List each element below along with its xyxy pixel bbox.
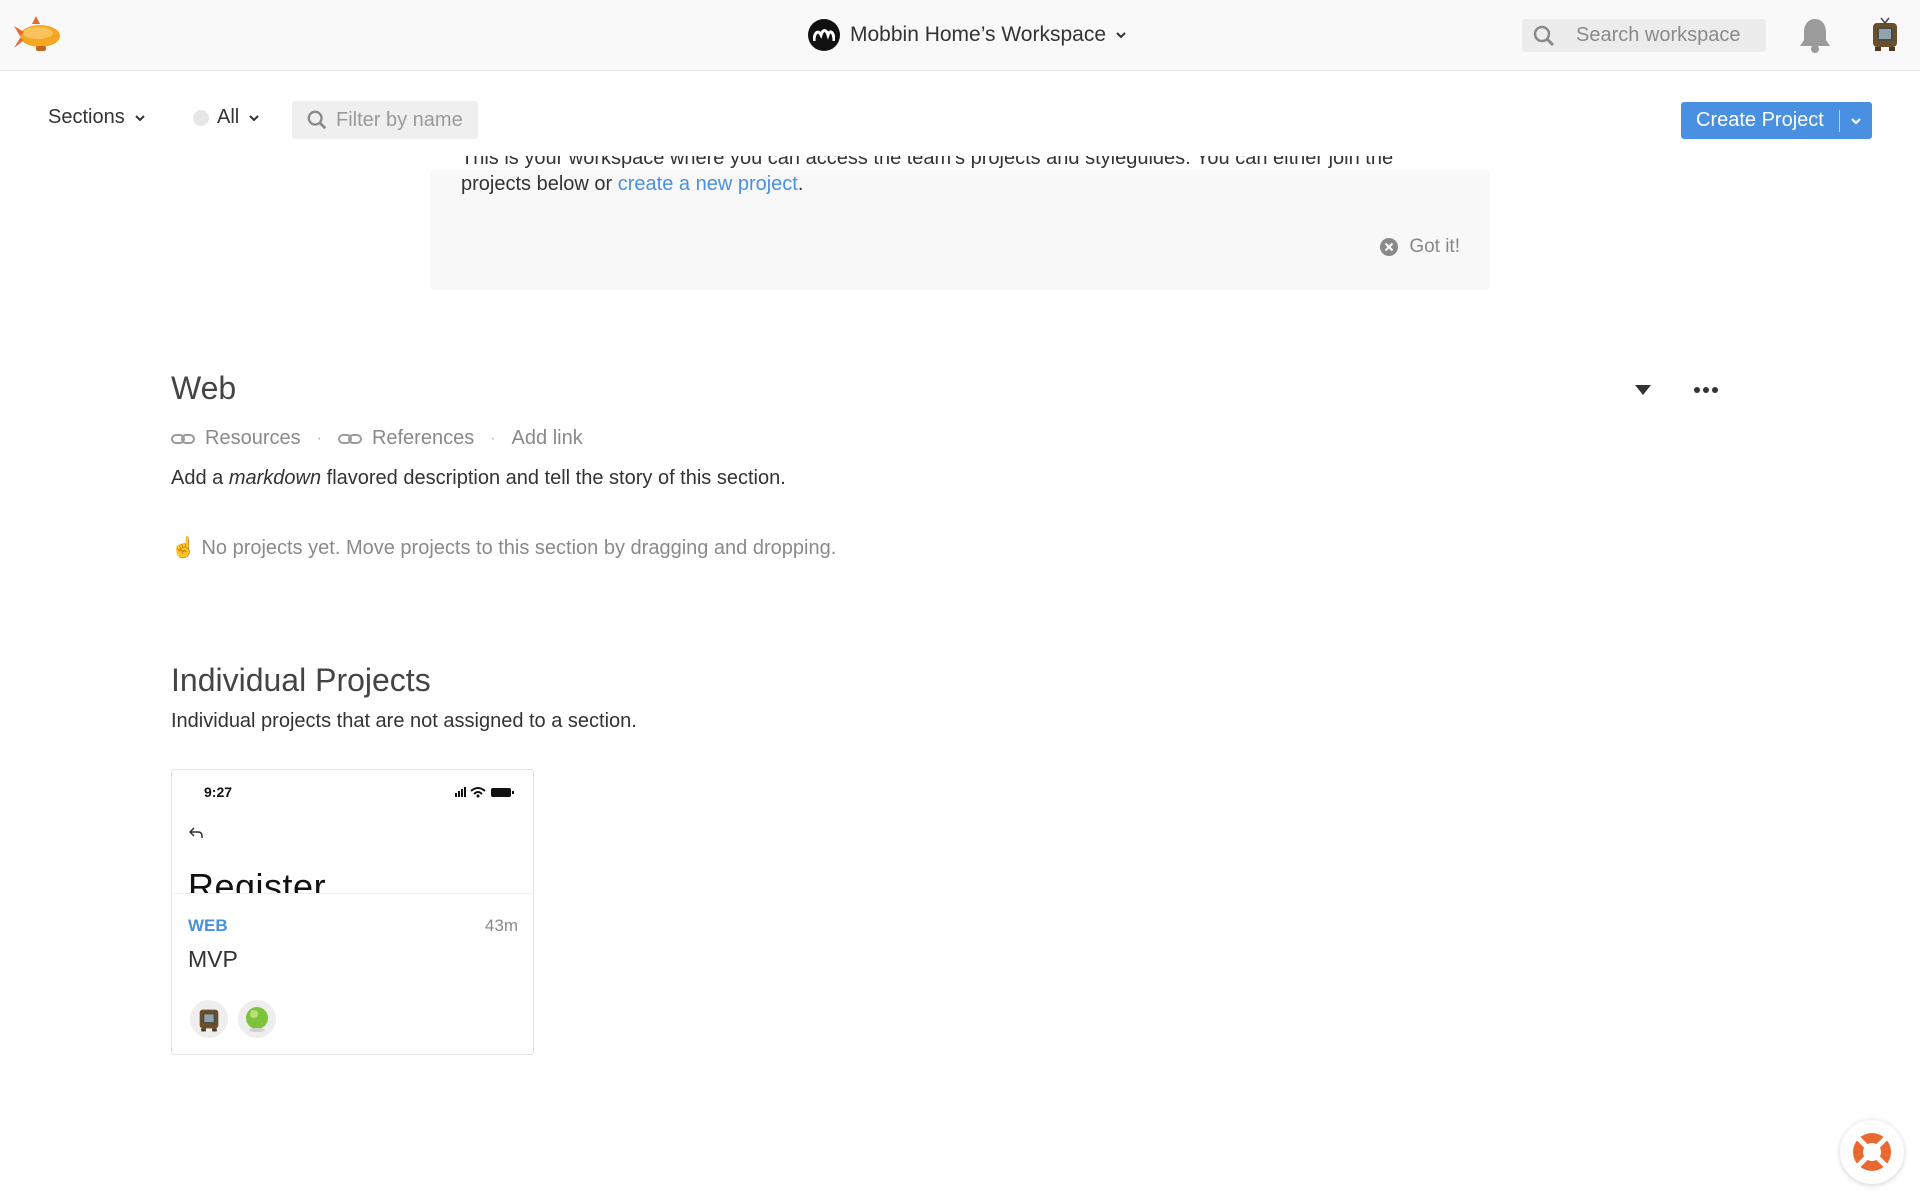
add-link-button[interactable]: Add link	[512, 427, 583, 450]
banner-line-clipped: This is your workspace where you can acc…	[461, 156, 1421, 170]
member-avatar[interactable]	[190, 1000, 228, 1038]
search-workspace[interactable]	[1522, 19, 1766, 52]
card-meta: WEB 43m	[188, 916, 518, 936]
thumb-time: 9:27	[204, 784, 233, 800]
zeppelin-logo-icon[interactable]	[14, 14, 66, 56]
chevron-down-icon	[135, 114, 145, 121]
search-input[interactable]	[1576, 24, 1756, 47]
create-new-project-link[interactable]: create a new project	[618, 173, 798, 195]
create-project-label: Create Project	[1696, 109, 1824, 131]
references-label: References	[371, 427, 475, 449]
status-filter-label: All	[217, 106, 240, 128]
banner-line2-suffix: .	[797, 173, 804, 195]
section-links: Resources · References · Add link	[171, 427, 583, 450]
caret-down-icon[interactable]	[1634, 383, 1652, 397]
member-avatar[interactable]	[238, 1000, 276, 1038]
separator-dot: ·	[490, 429, 496, 447]
project-updated: 43m	[484, 916, 518, 935]
sections-label: Sections	[48, 106, 125, 128]
desc-prefix: Add a	[171, 467, 229, 489]
chevron-down-icon	[249, 114, 259, 121]
pointing-finger-icon: ☝	[171, 537, 196, 559]
desc-emphasis: markdown	[228, 467, 322, 489]
project-thumbnail: 9:27 Register	[172, 770, 533, 894]
section-description[interactable]: Add a markdown flavored description and …	[171, 467, 786, 490]
banner-line2-prefix: projects below or	[461, 173, 618, 195]
separator-dot: ·	[316, 429, 322, 447]
individual-projects-description: Individual projects that are not assigne…	[171, 710, 637, 732]
close-circle-icon	[1380, 238, 1399, 256]
empty-section-message: ☝ No projects yet. Move projects to this…	[171, 535, 836, 560]
individual-projects-title: Individual Projects	[171, 662, 431, 698]
status-filter-dropdown[interactable]: All	[193, 106, 261, 129]
phone-status-icons	[455, 787, 514, 798]
resources-label: Resources	[205, 427, 301, 449]
search-icon	[1533, 25, 1555, 46]
link-icon	[337, 433, 362, 444]
workspace-switcher[interactable]: Mobbin Home’s Workspace	[808, 18, 1128, 52]
sections-dropdown[interactable]: Sections	[48, 106, 147, 129]
banner-line2: projects below or create a new project.	[461, 172, 1421, 196]
status-dot	[193, 109, 209, 126]
references-link[interactable]: References	[337, 427, 475, 450]
thumb-heading: Register	[188, 866, 327, 894]
more-icon[interactable]	[1694, 383, 1718, 395]
chevron-down-icon	[1116, 32, 1126, 39]
got-it-button[interactable]: Got it!	[1379, 236, 1460, 258]
filter-by-name[interactable]	[292, 101, 478, 139]
welcome-banner: This is your workspace where you can acc…	[430, 156, 1490, 290]
resources-link[interactable]: Resources	[171, 427, 301, 450]
section-title[interactable]: Web	[171, 370, 236, 407]
got-it-label: Got it!	[1409, 236, 1460, 257]
help-lifebuoy-icon[interactable]	[1840, 1120, 1904, 1184]
project-tag[interactable]: WEB	[188, 916, 228, 936]
desc-suffix: flavored description and tell the story …	[321, 467, 786, 489]
workspace-name: Mobbin Home’s Workspace	[850, 23, 1106, 46]
bell-icon[interactable]	[1798, 16, 1832, 54]
project-name: MVP	[188, 946, 238, 972]
workspace-logo-icon	[808, 19, 840, 51]
create-project-options-button[interactable]	[1840, 114, 1872, 128]
search-icon	[307, 110, 327, 130]
user-avatar[interactable]	[1869, 17, 1901, 53]
project-members	[190, 1000, 286, 1038]
top-bar: Mobbin Home’s Workspace	[0, 0, 1920, 71]
banner-text: This is your workspace where you can acc…	[461, 156, 1421, 196]
empty-text: No projects yet. Move projects to this s…	[195, 537, 837, 559]
back-arrow-icon	[188, 827, 203, 838]
banner-line1: This is your workspace where you can acc…	[461, 156, 1394, 169]
link-icon	[171, 433, 195, 444]
project-card[interactable]: 9:27 Register WEB 43m MVP	[171, 769, 534, 1055]
create-project-button[interactable]: Create Project	[1681, 102, 1872, 139]
chevron-down-icon	[1851, 117, 1861, 125]
filter-input[interactable]	[336, 108, 466, 132]
